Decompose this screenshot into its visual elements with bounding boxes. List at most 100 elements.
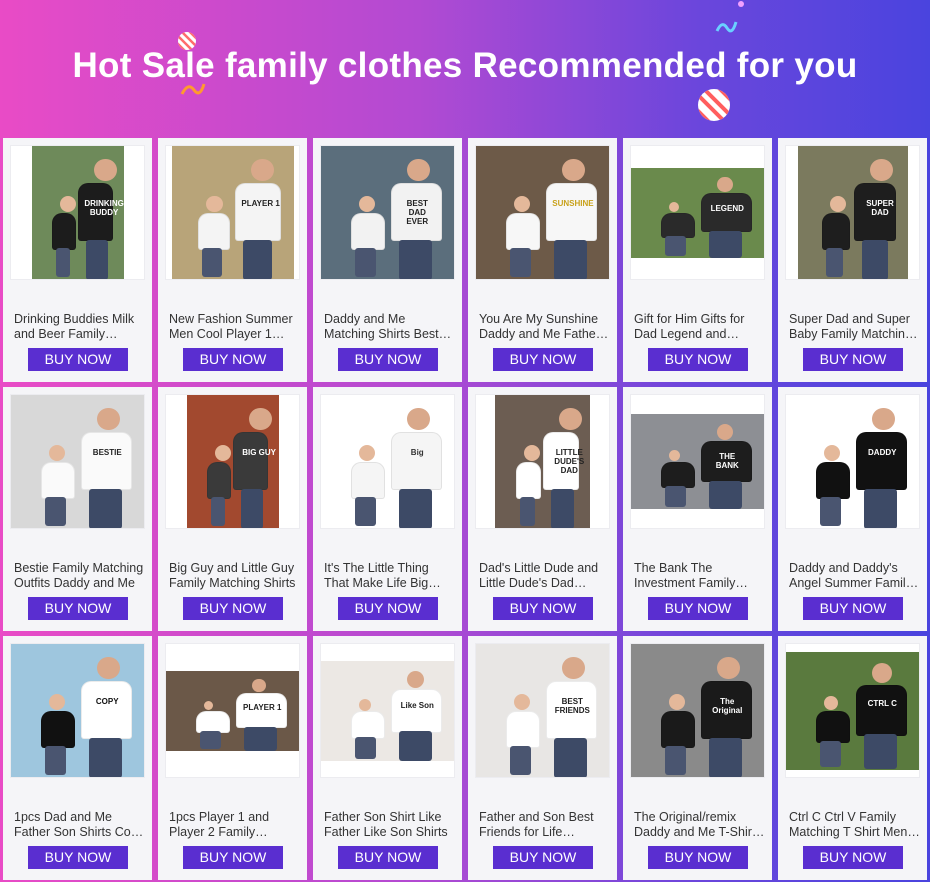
product-name[interactable]: It's The Little Thing That Make Life Big… bbox=[324, 561, 456, 591]
product-photo: COPY bbox=[11, 644, 144, 777]
shirt-print: SUPER DAD bbox=[866, 199, 894, 217]
product-image[interactable]: The Original bbox=[630, 643, 765, 778]
product-card[interactable]: DRINKING BUDDY Drinking Buddies Milk and … bbox=[3, 138, 152, 382]
kid-shirt bbox=[821, 212, 851, 250]
product-photo: CTRL C bbox=[786, 651, 919, 770]
product-image[interactable]: BEST FRIENDS bbox=[475, 643, 610, 778]
buy-now-button[interactable]: BUY NOW bbox=[493, 597, 593, 620]
product-card[interactable]: PLAYER 1 1pcs Player 1 and Player 2 Famil… bbox=[158, 636, 307, 880]
product-name[interactable]: Gift for Him Gifts for Dad Legend and Le… bbox=[634, 312, 766, 342]
kid-legs bbox=[354, 496, 377, 527]
product-image[interactable]: Big bbox=[320, 394, 455, 529]
product-photo: SUNSHINE bbox=[476, 146, 609, 279]
buy-now-button[interactable]: BUY NOW bbox=[28, 348, 128, 371]
product-card[interactable]: BIG GUY Big Guy and Little Guy Family Mat… bbox=[158, 387, 307, 631]
buy-now-button[interactable]: BUY NOW bbox=[183, 597, 283, 620]
product-image[interactable]: DRINKING BUDDY bbox=[10, 145, 145, 280]
product-name[interactable]: The Original/remix Daddy and Me T-Shirts… bbox=[634, 810, 766, 840]
buy-now-button[interactable]: BUY NOW bbox=[648, 597, 748, 620]
buy-now-button[interactable]: BUY NOW bbox=[493, 846, 593, 869]
product-image[interactable]: LEGEND bbox=[630, 145, 765, 280]
product-card[interactable]: PLAYER 1 New Fashion Summer Men Cool Play… bbox=[158, 138, 307, 382]
buy-now-button[interactable]: BUY NOW bbox=[338, 348, 438, 371]
product-card[interactable]: LEGEND Gift for Him Gifts for Dad Legend … bbox=[623, 138, 772, 382]
buy-now-button[interactable]: BUY NOW bbox=[338, 597, 438, 620]
product-name[interactable]: You Are My Sunshine Daddy and Me Father … bbox=[479, 312, 611, 342]
dad-head bbox=[407, 158, 431, 182]
product-image[interactable]: COPY bbox=[10, 643, 145, 778]
kid-head bbox=[513, 694, 530, 711]
product-name[interactable]: Daddy and Daddy's Angel Summer Family Sh… bbox=[789, 561, 921, 591]
product-card[interactable]: Big It's The Little Thing That Make Life … bbox=[313, 387, 462, 631]
buy-now-button[interactable]: BUY NOW bbox=[183, 348, 283, 371]
product-card[interactable]: BESTIE Bestie Family Matching Outfits Dad… bbox=[3, 387, 152, 631]
product-name[interactable]: Daddy and Me Matching Shirts Best Dad Ev… bbox=[324, 312, 456, 342]
product-image[interactable]: BESTIE bbox=[10, 394, 145, 529]
dad-legs bbox=[709, 737, 742, 777]
buy-now-button[interactable]: BUY NOW bbox=[493, 348, 593, 371]
dad-head bbox=[562, 158, 586, 182]
product-card[interactable]: THE BANK The Bank The Investment Family M… bbox=[623, 387, 772, 631]
product-image[interactable]: BIG GUY bbox=[165, 394, 300, 529]
product-card[interactable]: DADDY Daddy and Daddy's Angel Summer Fami… bbox=[778, 387, 927, 631]
product-image[interactable]: PLAYER 1 bbox=[165, 643, 300, 778]
product-name[interactable]: New Fashion Summer Men Cool Player 1 Pla… bbox=[169, 312, 301, 342]
product-image[interactable]: LITTLE DUDE'S DAD bbox=[475, 394, 610, 529]
product-image[interactable]: DADDY bbox=[785, 394, 920, 529]
product-card[interactable]: BEST DAD EVER Daddy and Me Matching Shirt… bbox=[313, 138, 462, 382]
product-card[interactable]: CTRL C Ctrl C Ctrl V Family Matching T Sh… bbox=[778, 636, 927, 880]
product-card[interactable]: COPY 1pcs Dad and Me Father Son Shirts Co… bbox=[3, 636, 152, 880]
product-card[interactable]: Like Son Father Son Shirt Like Father Lik… bbox=[313, 636, 462, 880]
product-image[interactable]: SUPER DAD bbox=[785, 145, 920, 280]
kid-shirt bbox=[51, 212, 76, 250]
kid-legs bbox=[664, 745, 687, 776]
product-name[interactable]: Father and Son Best Friends for Life Mat… bbox=[479, 810, 611, 840]
dad-head bbox=[717, 656, 741, 680]
dad-legs bbox=[551, 488, 575, 528]
buy-now-button[interactable]: BUY NOW bbox=[28, 597, 128, 620]
buy-now-button[interactable]: BUY NOW bbox=[183, 846, 283, 869]
kid-shirt bbox=[660, 710, 696, 748]
buy-now-button[interactable]: BUY NOW bbox=[803, 846, 903, 869]
product-card[interactable]: LITTLE DUDE'S DAD Dad's Little Dude and L… bbox=[468, 387, 617, 631]
product-image[interactable]: CTRL C bbox=[785, 643, 920, 778]
product-name[interactable]: Drinking Buddies Milk and Beer Family Ma… bbox=[14, 312, 146, 342]
buy-now-button[interactable]: BUY NOW bbox=[648, 348, 748, 371]
buy-now-button[interactable]: BUY NOW bbox=[803, 597, 903, 620]
kid-legs bbox=[519, 496, 536, 527]
product-image[interactable]: THE BANK bbox=[630, 394, 765, 529]
kid-shirt bbox=[660, 461, 696, 489]
kid-shirt bbox=[815, 461, 851, 499]
product-card[interactable]: SUNSHINE You Are My Sunshine Daddy and Me… bbox=[468, 138, 617, 382]
product-name[interactable]: Bestie Family Matching Outfits Daddy and… bbox=[14, 561, 146, 591]
product-image[interactable]: PLAYER 1 bbox=[165, 145, 300, 280]
shirt-print: BEST FRIENDS bbox=[554, 697, 590, 715]
shirt-print: PLAYER 1 bbox=[241, 199, 280, 208]
product-photo: LEGEND bbox=[631, 167, 764, 258]
product-name[interactable]: The Bank The Investment Family Matching … bbox=[634, 561, 766, 591]
product-name[interactable]: Ctrl C Ctrl V Family Matching T Shirt Me… bbox=[789, 810, 921, 840]
dad-head bbox=[717, 423, 734, 440]
product-name[interactable]: Dad's Little Dude and Little Dude's Dad … bbox=[479, 561, 611, 591]
product-image[interactable]: SUNSHINE bbox=[475, 145, 610, 280]
product-image[interactable]: BEST DAD EVER bbox=[320, 145, 455, 280]
dad-head bbox=[717, 176, 733, 192]
kid-head bbox=[358, 445, 375, 462]
product-card[interactable]: BEST FRIENDS Father and Son Best Friends … bbox=[468, 636, 617, 880]
kid-shirt bbox=[505, 710, 541, 748]
product-name[interactable]: Big Guy and Little Guy Family Matching S… bbox=[169, 561, 301, 591]
product-name[interactable]: 1pcs Dad and Me Father Son Shirts Copy P… bbox=[14, 810, 146, 840]
shirt-print: THE BANK bbox=[715, 452, 739, 470]
dad-legs bbox=[709, 230, 742, 258]
buy-now-button[interactable]: BUY NOW bbox=[648, 846, 748, 869]
product-card[interactable]: SUPER DAD Super Dad and Super Baby Family… bbox=[778, 138, 927, 382]
product-name[interactable]: Father Son Shirt Like Father Like Son Sh… bbox=[324, 810, 456, 840]
product-name[interactable]: 1pcs Player 1 and Player 2 Family Matchi… bbox=[169, 810, 301, 840]
product-card[interactable]: The Original The Original/remix Daddy and… bbox=[623, 636, 772, 880]
dad-shirt bbox=[546, 182, 597, 242]
product-name[interactable]: Super Dad and Super Baby Family Matching… bbox=[789, 312, 921, 342]
buy-now-button[interactable]: BUY NOW bbox=[338, 846, 438, 869]
product-image[interactable]: Like Son bbox=[320, 643, 455, 778]
buy-now-button[interactable]: BUY NOW bbox=[803, 348, 903, 371]
buy-now-button[interactable]: BUY NOW bbox=[28, 846, 128, 869]
